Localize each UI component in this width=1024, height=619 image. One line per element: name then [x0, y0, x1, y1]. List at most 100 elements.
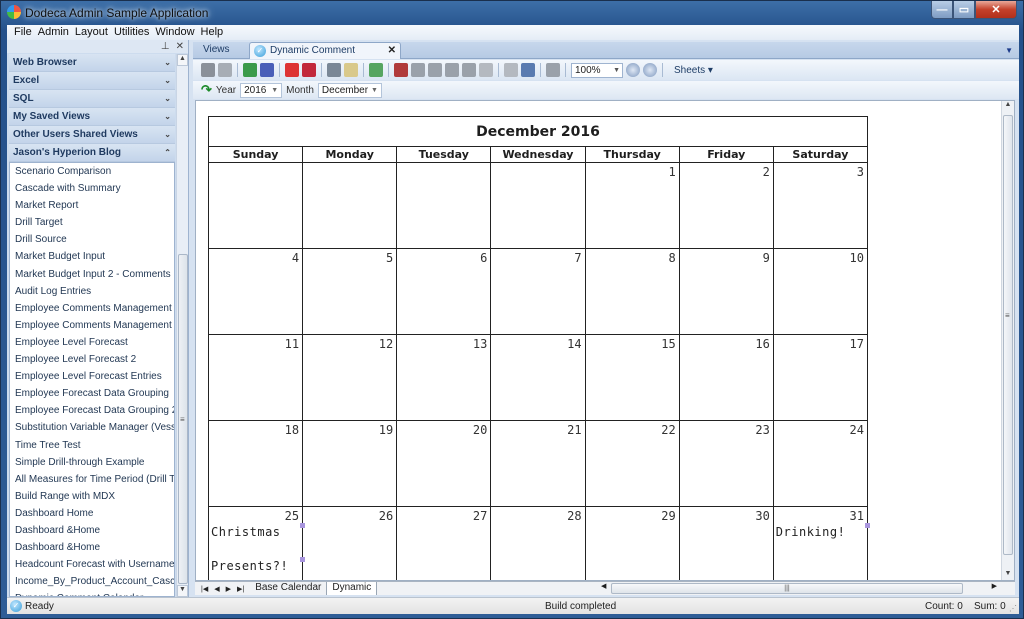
calendar-day-cell[interactable]: 4	[207, 248, 304, 335]
scroll-up-icon[interactable]: ▲	[177, 54, 188, 66]
view-list-item[interactable]: Employee Level Forecast Entries	[10, 368, 174, 385]
menu-file[interactable]: File	[11, 25, 35, 40]
copy-icon[interactable]	[428, 63, 442, 77]
refresh-icon[interactable]: ↷	[201, 82, 212, 98]
sheet-tab-base-calendar[interactable]: Base Calendar	[250, 582, 328, 595]
view-list-item[interactable]: Employee Level Forecast	[10, 334, 174, 351]
calendar-day-cell[interactable]: 10	[772, 248, 869, 335]
menu-help[interactable]: Help	[198, 25, 227, 40]
excel-export-icon[interactable]	[243, 63, 257, 77]
scroll-down-icon[interactable]: ▼	[1002, 570, 1014, 580]
minimize-button[interactable]: —	[931, 1, 953, 19]
calendar-day-cell[interactable]: 15	[584, 334, 680, 421]
grid-icon[interactable]	[504, 63, 518, 77]
calendar-day-cell[interactable]: 24	[772, 420, 869, 507]
zoom-in-icon[interactable]	[626, 63, 640, 77]
print-icon[interactable]	[327, 63, 341, 77]
format-icon[interactable]	[479, 63, 493, 77]
view-list-item[interactable]: Market Budget Input	[10, 248, 174, 265]
resize-grip-icon[interactable]: ⋰	[1009, 604, 1017, 613]
pin-icon[interactable]: ⊥	[161, 41, 170, 52]
cut-icon[interactable]	[411, 63, 425, 77]
excel-save-icon[interactable]	[260, 63, 274, 77]
calendar-day-cell[interactable]: 16	[678, 334, 774, 421]
calendar-day-cell[interactable]: 6	[396, 248, 492, 335]
maximize-button[interactable]: ▭	[953, 1, 975, 19]
menu-window[interactable]: Window	[152, 25, 197, 40]
view-list-item[interactable]: Dashboard &Home	[10, 522, 174, 539]
calendar-day-cell[interactable]: 17	[772, 334, 869, 421]
save-icon[interactable]	[201, 63, 215, 77]
calendar-day-cell[interactable]: 26	[302, 506, 398, 580]
calendar-day-cell[interactable]	[207, 162, 304, 249]
view-list-item[interactable]: Market Report	[10, 197, 174, 214]
view-list-item[interactable]: Drill Target	[10, 214, 174, 231]
calendar-day-cell[interactable]: 3	[772, 162, 869, 249]
calendar-day-cell[interactable]: 9	[678, 248, 774, 335]
view-list-item[interactable]: Employee Forecast Data Grouping	[10, 385, 174, 402]
vertical-scrollbar[interactable]: ▲ ≡ ▼	[1001, 101, 1014, 580]
view-list-item[interactable]: Employee Level Forecast 2	[10, 351, 174, 368]
close-button[interactable]: ✕	[975, 1, 1017, 19]
view-list-item[interactable]: Dashboard Home	[10, 505, 174, 522]
next-sheet-icon[interactable]: ▶	[226, 585, 231, 593]
zoom-out-icon[interactable]	[643, 63, 657, 77]
comment-icon[interactable]	[394, 63, 408, 77]
pdf-view-icon[interactable]	[285, 63, 299, 77]
view-list-item[interactable]: Build Range with MDX	[10, 488, 174, 505]
group-my-saved-views[interactable]: My Saved Views ⌄	[9, 108, 175, 126]
day-comment[interactable]: Presents?!	[211, 559, 288, 573]
calendar-day-cell[interactable]: 18	[207, 420, 304, 507]
scroll-thumb[interactable]: ≡	[1003, 115, 1013, 555]
view-list-item[interactable]: Headcount Forecast with Username	[10, 556, 174, 573]
calendar-day-cell[interactable]: 23	[678, 420, 774, 507]
view-list-item[interactable]: Substitution Variable Manager (Vess)	[10, 419, 174, 436]
calendar-day-cell[interactable]	[396, 162, 492, 249]
sidebar-close-icon[interactable]: ✕	[176, 41, 184, 52]
calendar-day-cell[interactable]: 11	[207, 334, 304, 421]
view-list-item[interactable]: Market Budget Input 2 - Comments	[10, 266, 174, 283]
scroll-left-icon[interactable]: ◀	[601, 582, 606, 590]
find-icon[interactable]	[445, 63, 459, 77]
scroll-thumb[interactable]: |||	[611, 583, 963, 594]
calendar-day-cell[interactable]: 27	[396, 506, 492, 580]
tab-close-icon[interactable]: ✕	[388, 43, 396, 59]
sidebar-scrollbar[interactable]: ▲ ≡ ▼	[176, 54, 188, 597]
view-list-item[interactable]: Simple Drill-through Example	[10, 454, 174, 471]
scroll-down-icon[interactable]: ▼	[177, 585, 188, 597]
view-list-item[interactable]: Scenario Comparison	[10, 163, 174, 180]
calendar-day-cell[interactable]: 2	[678, 162, 774, 249]
calendar-day-cell[interactable]	[302, 162, 398, 249]
view-list-item[interactable]: All Measures for Time Period (Drill Tar.…	[10, 471, 174, 488]
view-list-item[interactable]: Dashboard &Home	[10, 539, 174, 556]
calendar-day-cell[interactable]: 1	[584, 162, 680, 249]
view-list-item[interactable]: Drill Source	[10, 231, 174, 248]
sheet-tab-dynamic[interactable]: Dynamic	[327, 582, 378, 595]
spreadsheet-area[interactable]: December 2016 Sunday Monday Tuesday Wednesd…	[195, 100, 1015, 581]
view-list-item[interactable]: Employee Comments Management	[10, 317, 174, 334]
calendar-day-cell[interactable]	[490, 162, 586, 249]
sheets-dropdown[interactable]: Sheets ▾	[674, 65, 713, 76]
scroll-thumb[interactable]: ≡	[178, 254, 188, 584]
calendar-day-cell[interactable]: 28	[490, 506, 586, 580]
year-select[interactable]: 2016 ▼	[240, 82, 283, 98]
calendar-day-cell[interactable]: 5	[302, 248, 398, 335]
calendar-day-cell[interactable]: 31 Drinking!	[772, 506, 870, 580]
layers-icon[interactable]	[546, 63, 560, 77]
calendar-day-cell[interactable]: 21	[490, 420, 586, 507]
view-list-item[interactable]: Employee Comments Management (E...	[10, 300, 174, 317]
calendar-day-cell[interactable]: 22	[584, 420, 680, 507]
scroll-right-icon[interactable]: ▶	[992, 582, 997, 590]
view-list-item[interactable]: Dynamic Comment Calendar	[10, 590, 174, 596]
print-preview-icon[interactable]	[344, 63, 358, 77]
calendar-day-cell[interactable]: 14	[490, 334, 586, 421]
day-comment[interactable]: Drinking!	[776, 525, 846, 539]
save-as-icon[interactable]	[218, 63, 232, 77]
month-select[interactable]: December ▼	[317, 82, 382, 98]
view-list-item[interactable]: Employee Forecast Data Grouping 2	[10, 402, 174, 419]
zoom-select[interactable]: 100% ▼	[571, 62, 623, 78]
group-web-browser[interactable]: Web Browser ⌄	[9, 54, 175, 72]
last-sheet-icon[interactable]: ▶|	[237, 585, 244, 593]
find-next-icon[interactable]	[462, 63, 476, 77]
horizontal-scrollbar[interactable]: ◀ ||| ▶	[599, 582, 999, 595]
